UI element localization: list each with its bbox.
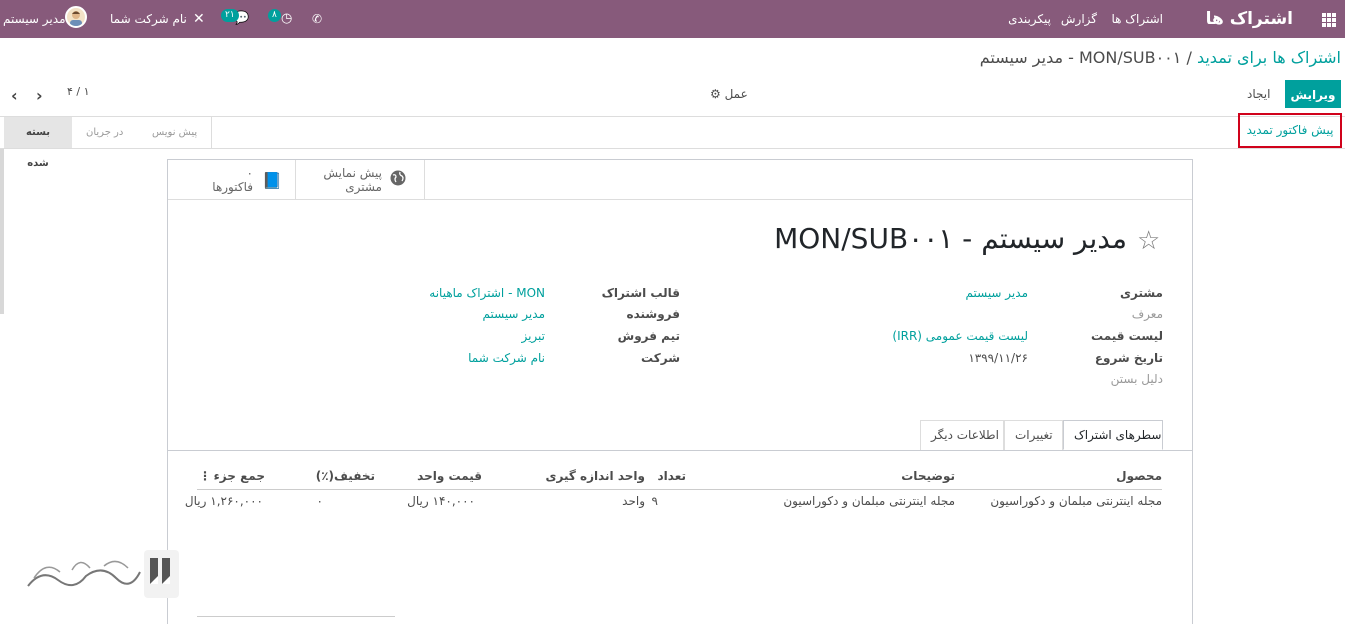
cell-description: مجله اینترنتی مبلمان و دکوراسیون (783, 494, 955, 508)
action-label: عمل (724, 87, 748, 101)
field-label-company: شرکت (641, 351, 680, 365)
field-value-company[interactable]: نام شرکت شما (468, 351, 545, 365)
tab-bottom-border (168, 450, 1192, 451)
field-label-referrer: معرف (1131, 307, 1163, 321)
menu-reporting[interactable]: گزارش (1061, 0, 1097, 38)
field-label-sales-team: تیم فروش (617, 329, 680, 343)
field-label-customer: مشتری (1119, 286, 1163, 300)
activities-count-badge: ۸ (268, 9, 281, 22)
gear-icon: ⚙ (710, 87, 721, 101)
star-icon[interactable]: ☆ (1137, 226, 1160, 256)
totals-separator (197, 616, 395, 617)
cell-quantity: ۹ (651, 494, 658, 508)
tab-changes[interactable]: تغییرات (1004, 420, 1063, 450)
statusbar: بسته شده در جریان پیش نویس (0, 116, 1345, 169)
menu-configuration[interactable]: پیکربندی (1008, 0, 1051, 38)
edit-button[interactable]: ویرایش (1285, 80, 1341, 108)
field-value-template[interactable]: MON - اشتراک ماهیانه (429, 286, 545, 300)
app-title[interactable]: اشتراک ها (1206, 0, 1293, 38)
col-header-uom[interactable]: واحد اندازه گیری (545, 469, 645, 483)
field-label-pricelist: لیست قیمت (1091, 329, 1163, 343)
stage-in-progress[interactable]: در جریان (74, 117, 135, 148)
breadcrumb-separator: / (1186, 48, 1192, 67)
book-icon: 📘 (262, 171, 282, 190)
col-header-product[interactable]: محصول (1116, 469, 1162, 483)
col-header-quantity[interactable]: تعداد (658, 469, 686, 483)
cell-unit-price: ۱۴۰,۰۰۰ ریال (407, 494, 475, 508)
cell-subtotal: ۱,۲۶۰,۰۰۰ ریال (184, 494, 263, 508)
customer-preview-smart-button[interactable]: پیش نمایش مشتری (296, 160, 425, 199)
create-button[interactable]: ایجاد (1247, 80, 1270, 108)
cell-product: مجله اینترنتی مبلمان و دکوراسیون (990, 494, 1162, 508)
invoices-smart-button[interactable]: 📘 ۰ فاکتورها (168, 160, 296, 199)
field-value-salesperson[interactable]: مدیر سیستم (483, 307, 546, 321)
preview-label-line1: پیش نمایش (323, 166, 382, 180)
tab-subscription-lines[interactable]: سطرهای اشتراک (1063, 420, 1163, 450)
smart-buttons: 📘 ۰ فاکتورها پیش نمایش مشتری (168, 160, 1192, 200)
pager-next-icon[interactable]: › (36, 86, 43, 105)
watermark-logo (24, 550, 179, 598)
table-header-border (197, 489, 1162, 490)
column-options-icon[interactable]: ⋮ (199, 469, 211, 483)
menu-subscriptions[interactable]: اشتراک ها (1111, 0, 1163, 38)
field-label-start-date: تاریخ شروع (1094, 351, 1163, 365)
stage-closed[interactable]: بسته شده (4, 117, 72, 169)
stage-draft[interactable]: پیش نویس (140, 117, 209, 148)
col-header-discount[interactable]: تخفیف(٪) (316, 469, 375, 483)
tab-other-info[interactable]: اطلاعات دیگر (920, 420, 1004, 450)
stage-divider (211, 117, 212, 148)
globe-icon (390, 170, 406, 189)
renewal-quotation-button[interactable]: پیش فاکتور تمدید (1238, 113, 1342, 148)
invoices-label: فاکتورها (212, 180, 253, 194)
avatar[interactable] (65, 6, 87, 28)
breadcrumb-parent-link[interactable]: اشتراک ها برای تمدید (1197, 48, 1341, 67)
field-value-start-date[interactable]: ۱۳۹۹/۱۱/۲۶ (968, 351, 1028, 365)
cell-discount: ۰ (316, 494, 323, 508)
field-label-salesperson: فروشنده (626, 307, 681, 321)
col-header-subtotal[interactable]: جمع جزء (214, 469, 265, 483)
top-navbar: اشتراک ها اشتراک ها گزارش پیکربندی مدیر … (0, 0, 1345, 38)
field-value-customer[interactable]: مدیر سیستم (966, 286, 1029, 300)
field-label-close-reason: دلیل بستن (1110, 372, 1163, 386)
action-menu[interactable]: ⚙ عمل (710, 80, 748, 108)
field-value-sales-team[interactable]: تبریز (521, 329, 545, 343)
phone-icon[interactable]: ✆ (312, 0, 322, 38)
field-label-template: قالب اشتراک (601, 286, 680, 300)
company-switcher[interactable]: نام شرکت شما (110, 0, 187, 38)
cell-uom: واحد (622, 494, 645, 508)
breadcrumb: اشتراک ها برای تمدید / MON/SUB۰۰۱ - مدیر… (980, 48, 1341, 67)
breadcrumb-current: MON/SUB۰۰۱ - مدیر سیستم (979, 48, 1182, 67)
col-header-description[interactable]: توضیحات (901, 469, 955, 483)
preview-label-line2: مشتری (345, 180, 382, 194)
pager-previous-icon[interactable]: ‹ (11, 86, 18, 105)
messages-count-badge: ۲۱ (221, 9, 239, 22)
invoices-count: ۰ (246, 166, 253, 180)
left-scroll-edge (0, 149, 4, 314)
record-title: MON/SUB۰۰۱ - مدیر سیستم (774, 222, 1127, 255)
col-header-unit-price[interactable]: قیمت واحد (417, 469, 482, 483)
apps-menu-icon[interactable] (1322, 0, 1336, 38)
activities-clock-icon[interactable]: ◷ (281, 0, 292, 38)
pager-value[interactable]: ۴ / ۱ (67, 78, 90, 106)
field-value-pricelist[interactable]: لیست قیمت عمومی (IRR) (892, 329, 1028, 343)
user-name[interactable]: مدیر سیستم (3, 0, 66, 38)
debug-tools-icon[interactable]: ✕ (193, 0, 205, 38)
